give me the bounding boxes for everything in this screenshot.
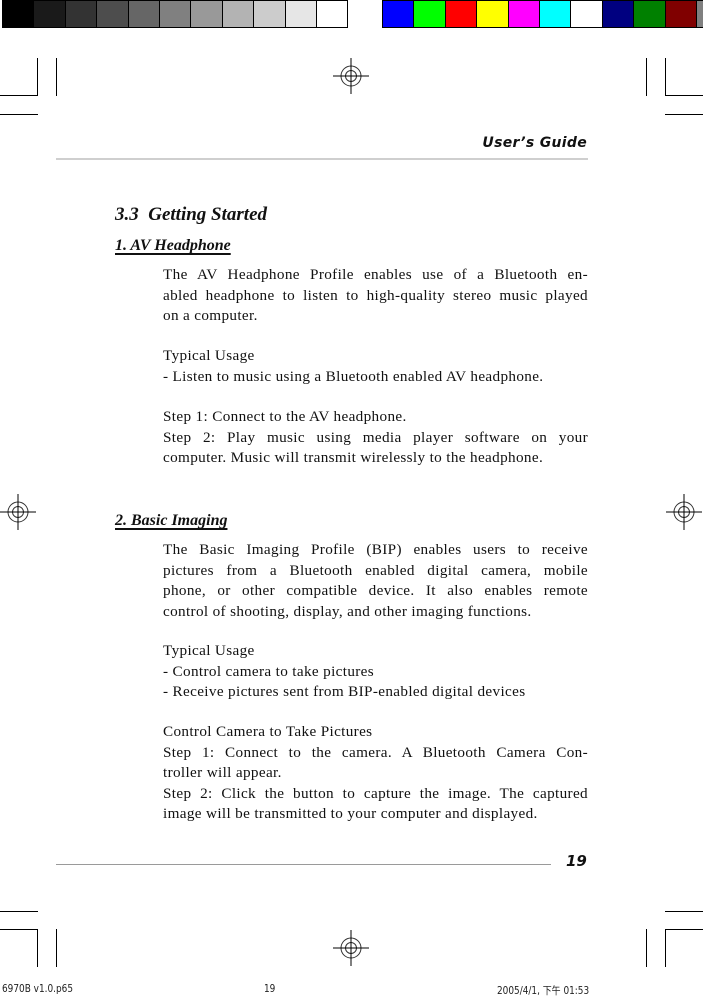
text-line: on a computer. [163,307,258,324]
crop-mark-bottom-left-h1 [0,911,38,912]
running-header-title: User’s Guide [482,135,587,151]
step-line: Step 2: Click the button to capture the … [163,784,588,802]
av-headphone-usage: Typical Usage - Listen to music using a … [163,346,588,387]
gray-swatch [190,0,223,28]
header-rule [56,158,588,160]
gray-swatch [284,0,317,28]
color-swatch [633,0,666,28]
step-line: Step 1: Connect to the AV headphone. [163,408,407,425]
text-line: The Basic Imaging Profile (BIP) enables … [163,541,588,558]
slug-filename: 6970B v1.0.p65 [2,983,74,995]
text-line: phone, or other compatible device. It al… [163,582,588,599]
av-headphone-steps: Step 1: Connect to the AV headphone. Ste… [163,407,588,469]
crop-mark-bottom-left-v2 [56,929,57,967]
text-line: The AV Headphone Profile enables use of … [163,266,588,283]
crop-mark-top-left-h2 [0,114,38,115]
crop-mark-bottom-right-h1 [665,911,703,912]
step-line: troller will appear. [163,764,282,781]
gray-swatch [127,0,160,28]
usage-item: - Listen to music using a Bluetooth enab… [163,367,544,385]
crop-mark-top-right-v1 [646,58,647,96]
subsection-heading-basic-imaging: 2. Basic Imaging [115,512,228,529]
crop-mark-bottom-right-h2 [665,929,703,930]
registration-mark-left-icon [0,494,36,530]
subsection-heading-av-headphone: 1. AV Headphone [115,237,231,254]
color-swatch [601,0,635,28]
color-swatch [695,0,703,28]
color-swatch [570,0,603,28]
gray-swatch [221,0,255,28]
crop-mark-top-right-h2 [665,114,703,115]
slug-page: 19 [264,983,276,995]
color-swatch [444,0,478,28]
registration-mark-bottom-icon [333,930,369,966]
gray-swatch [33,0,66,28]
process-color-bar [382,0,703,30]
section-title: 3.3 Getting Started [115,204,268,225]
usage-item: - Receive pictures sent from BIP-enabled… [163,683,526,700]
color-swatch [382,0,415,28]
slug-datetime: 2005/4/1, 下午 01:53 [497,985,590,997]
usage-label: Typical Usage [163,347,255,364]
color-swatch [476,0,509,28]
gray-swatch [158,0,192,28]
text-line: abled headphone to listen to high-qualit… [163,286,588,304]
gray-swatch [315,0,349,28]
step-line: image will be transmitted to your comput… [163,805,538,822]
step-line: computer. Music will transmit wirelessly… [163,449,544,466]
gray-swatch [253,0,286,28]
crop-mark-bottom-right-v1 [646,929,647,967]
page-number: 19 [566,852,587,870]
usage-label: Typical Usage [163,642,255,659]
color-swatch [413,0,446,28]
crop-mark-top-left-v1 [37,58,38,96]
control-label: Control Camera to Take Pictures [163,723,373,740]
av-headphone-intro: The AV Headphone Profile enables use of … [163,265,588,327]
color-swatch [507,0,540,28]
crop-mark-top-left-v2 [56,58,57,96]
gray-swatch [64,0,98,28]
footer-rule [56,864,551,865]
text-line: control of shooting, display, and other … [163,602,532,620]
basic-imaging-control: Control Camera to Take Pictures Step 1: … [163,722,588,825]
crop-mark-top-right-v2 [665,58,666,96]
crop-mark-bottom-left-h2 [0,929,38,930]
step-line: Step 2: Play music using media player so… [163,428,588,446]
crop-mark-bottom-right-v2 [665,929,666,967]
registration-mark-right-icon [666,494,702,530]
basic-imaging-usage: Typical Usage - Control camera to take p… [163,641,588,703]
crop-mark-bottom-left-v1 [37,929,38,967]
crop-mark-top-right-h1 [665,95,703,96]
gray-swatch [2,0,35,28]
text-line: pictures from a Bluetooth enabled digita… [163,561,588,579]
color-swatch [538,0,572,28]
color-swatch [664,0,697,28]
grayscale-color-bar [2,0,349,30]
crop-mark-top-left-h1 [0,95,38,96]
basic-imaging-intro: The Basic Imaging Profile (BIP) enables … [163,540,588,622]
gray-swatch [96,0,129,28]
step-line: Step 1: Connect to the camera. A Bluetoo… [163,743,588,761]
registration-mark-top-icon [333,58,369,94]
usage-item: - Control camera to take pictures [163,662,375,680]
